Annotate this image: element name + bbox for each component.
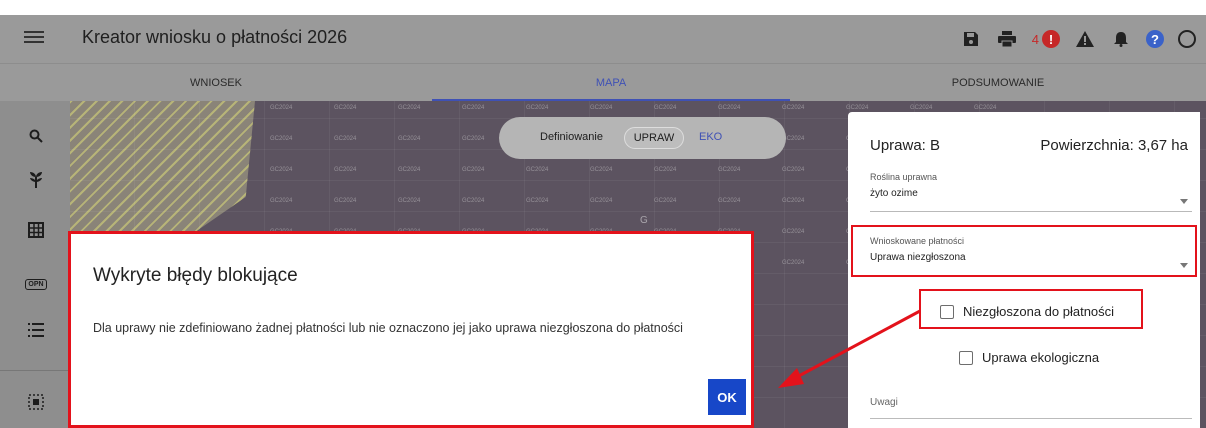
errors-button[interactable]: 4 ! [1032, 30, 1060, 48]
mode-label: Definiowanie [540, 131, 603, 143]
map-cell-label: GC2024 [910, 105, 933, 111]
dialog-title: Wykryte błędy blokujące [93, 265, 298, 286]
map-cell-label: GC2024 [526, 198, 549, 204]
organic-checkbox[interactable]: Uprawa ekologiczna [959, 350, 1099, 365]
map-cell-label: GC2024 [526, 105, 549, 111]
map-toolbar: OPN [0, 101, 70, 428]
map-cell-label: GC2024 [782, 229, 805, 235]
crop-select[interactable]: Roślina uprawna żyto ozime [870, 172, 1192, 212]
map-cell-label: GC2024 [462, 105, 485, 111]
map-cell-label: GC2024 [270, 105, 293, 111]
highlight-frame-checkbox [919, 289, 1143, 329]
plant-icon[interactable] [25, 169, 47, 191]
mode-eko-button[interactable]: EKO [699, 131, 722, 143]
grid-icon[interactable] [25, 219, 47, 241]
notes-field[interactable] [870, 418, 1192, 419]
sidebar-divider [0, 370, 70, 371]
map-cell-label: GC2024 [526, 167, 549, 173]
highlight-frame-payments [851, 225, 1197, 277]
map-cell-label: GC2024 [334, 136, 357, 142]
blocking-errors-dialog: Wykryte błędy blokujące Dla uprawy nie z… [68, 231, 754, 428]
map-cell-label: GC2024 [398, 198, 421, 204]
chevron-down-icon [1180, 199, 1188, 204]
map-cell-label: GC2024 [782, 260, 805, 266]
map-cell-label: GC2024 [398, 136, 421, 142]
tab-wniosek[interactable]: WNIOSEK [0, 64, 432, 102]
save-icon[interactable] [960, 28, 982, 50]
crop-area: Powierzchnia: 3,67 ha [1040, 137, 1188, 154]
map-cell-label: GC2024 [398, 167, 421, 173]
error-icon: ! [1042, 30, 1060, 48]
list-icon[interactable] [25, 319, 47, 341]
help-icon[interactable]: ? [1146, 30, 1164, 48]
map-cell-label: GC2024 [270, 198, 293, 204]
app-title: Kreator wniosku o płatności 2026 [82, 27, 348, 47]
ok-button[interactable]: OK [708, 379, 746, 415]
map-cell-label: GC2024 [718, 105, 741, 111]
opn-icon-label: OPN [25, 278, 47, 290]
map-cell-label: GC2024 [270, 167, 293, 173]
checkbox-icon [959, 350, 973, 365]
map-marker-label: G [640, 215, 648, 226]
error-count: 4 [1031, 31, 1039, 47]
map-cell-label: GC2024 [398, 105, 421, 111]
map-cell-label: GC2024 [334, 105, 357, 111]
map-cell-label: GC2024 [270, 136, 293, 142]
map-cell-label: GC2024 [718, 198, 741, 204]
crop-details-panel: Uprawa: B Powierzchnia: 3,67 ha Roślina … [848, 112, 1200, 428]
bell-icon[interactable] [1110, 28, 1132, 50]
map-cell-label: GC2024 [974, 105, 997, 111]
definition-mode-toggle: Definiowanie UPRAW EKO [499, 117, 786, 159]
crop-select-value: żyto ozime [870, 188, 918, 199]
app-header: Kreator wniosku o płatności 2026 4 ! ? [0, 15, 1206, 63]
header-actions: 4 ! ? [960, 25, 1196, 53]
crop-title: Uprawa: B [870, 137, 941, 154]
map-cell-label: GC2024 [718, 167, 741, 173]
account-icon[interactable] [1178, 30, 1196, 48]
map-cell-label: GC2024 [846, 105, 869, 111]
opn-icon[interactable]: OPN [25, 273, 47, 295]
mode-upraw-button[interactable]: UPRAW [624, 127, 684, 149]
map-cell-label: GC2024 [462, 167, 485, 173]
tab-mapa[interactable]: MAPA [432, 64, 790, 102]
map-cell-label: GC2024 [782, 198, 805, 204]
map-cell-label: GC2024 [590, 105, 613, 111]
warning-icon[interactable] [1074, 28, 1096, 50]
crop-select-label: Roślina uprawna [870, 172, 938, 182]
map-cell-label: GC2024 [462, 198, 485, 204]
search-icon[interactable] [25, 125, 47, 147]
main-tabs: WNIOSEK MAPA PODSUMOWANIE [0, 63, 1206, 101]
map-cell-label: GC2024 [334, 198, 357, 204]
map-cell-label: GC2024 [654, 105, 677, 111]
map-cell-label: GC2024 [462, 136, 485, 142]
map-cell-label: GC2024 [334, 167, 357, 173]
map-cell-label: GC2024 [654, 198, 677, 204]
map-cell-label: GC2024 [654, 167, 677, 173]
map-cell-label: GC2024 [782, 167, 805, 173]
map-cell-label: GC2024 [590, 167, 613, 173]
select-area-icon[interactable] [25, 391, 47, 413]
map-cell-label: GC2024 [782, 105, 805, 111]
dialog-message: Dla uprawy nie zdefiniowano żadnej płatn… [93, 321, 683, 335]
notes-label: Uwagi [870, 397, 898, 408]
map-cell-label: GC2024 [590, 198, 613, 204]
print-icon[interactable] [996, 28, 1018, 50]
menu-icon[interactable] [24, 28, 44, 48]
tab-podsumowanie[interactable]: PODSUMOWANIE [790, 64, 1206, 102]
organic-label: Uprawa ekologiczna [982, 350, 1100, 365]
